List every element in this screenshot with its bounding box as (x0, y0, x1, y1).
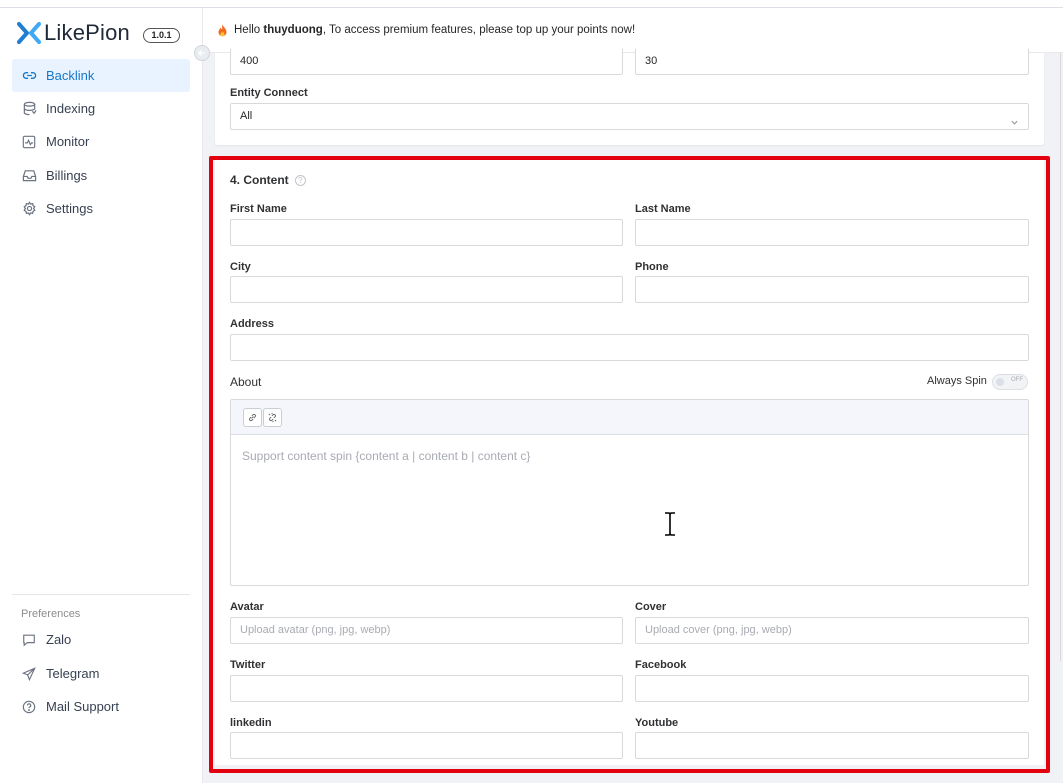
link-icon (21, 68, 37, 84)
facebook-label: Facebook (635, 659, 687, 671)
preferences-title: Preferences (21, 608, 81, 620)
brand-name: LikePion (44, 20, 130, 45)
sidebar-item-label: Indexing (46, 101, 96, 116)
version-badge: 1.0.1 (143, 28, 180, 43)
sidebar-item-settings[interactable]: Settings (12, 192, 190, 225)
top-strip (0, 0, 1063, 8)
avatar-label: Avatar (230, 601, 264, 613)
about-label: About (230, 375, 262, 389)
cover-upload[interactable]: Upload cover (png, jpg, webp) (635, 617, 1029, 644)
entity-connect-select[interactable]: All (230, 103, 1029, 130)
address-input[interactable] (230, 334, 1029, 361)
sidebar-item-label: Telegram (46, 666, 100, 681)
inbox-icon (21, 168, 37, 184)
sidebar-item-monitor[interactable]: Monitor (12, 125, 190, 158)
linkedin-label: linkedin (230, 717, 272, 729)
first-name-label: First Name (230, 203, 287, 215)
youtube-input[interactable] (635, 732, 1029, 759)
gear-icon (21, 201, 37, 217)
link-icon (249, 413, 256, 422)
facebook-input[interactable] (635, 675, 1029, 702)
help-icon[interactable]: ? (294, 174, 306, 186)
city-input[interactable] (230, 276, 623, 303)
sidebar-item-label: Monitor (46, 134, 90, 149)
sidebar-item-indexing[interactable]: Indexing (12, 92, 190, 125)
toggle-knob (996, 378, 1004, 386)
text-cursor-icon (662, 512, 678, 541)
database-icon (21, 101, 37, 117)
preferences-divider (12, 594, 190, 595)
collapse-sidebar-button[interactable] (194, 45, 210, 61)
avatar-upload[interactable]: Upload avatar (png, jpg, webp) (230, 617, 623, 644)
editor-toolbar (231, 400, 1028, 435)
about-editor[interactable]: Support content spin {content a | conten… (230, 399, 1029, 586)
sidebar-item-label: Settings (46, 201, 93, 216)
youtube-label: Youtube (635, 717, 679, 729)
remove-link-button[interactable] (263, 408, 282, 427)
phone-input[interactable] (635, 276, 1029, 303)
sidebar-item-billings[interactable]: Billings (12, 159, 190, 192)
arrow-left-icon (198, 50, 205, 56)
fire-icon (217, 24, 228, 37)
always-spin-toggle[interactable]: OFF (992, 374, 1028, 390)
sidebar-item-zalo[interactable]: Zalo (12, 623, 190, 656)
twitter-label: Twitter (230, 659, 266, 671)
sidebar-item-telegram[interactable]: Telegram (12, 657, 190, 690)
scrollbar-track[interactable] (1060, 53, 1061, 661)
sidebar-item-mail-support[interactable]: Mail Support (12, 690, 190, 723)
sidebar-item-label: Mail Support (46, 699, 119, 714)
help-icon (21, 699, 37, 715)
sidebar-item-backlink[interactable]: Backlink (12, 59, 190, 92)
notice-message: , To access premium features, please top… (322, 24, 636, 36)
likepion-logo-icon (17, 21, 41, 45)
always-spin-label: Always Spin (927, 375, 987, 387)
first-name-input[interactable] (230, 219, 623, 246)
insert-link-button[interactable] (243, 408, 262, 427)
toggle-state-text: OFF (1011, 377, 1023, 383)
quantity-input[interactable]: 400 (230, 48, 623, 75)
twitter-input[interactable] (230, 675, 623, 702)
content-section-title: 4. Content ? (230, 173, 306, 187)
sidebar-item-label: Zalo (46, 632, 72, 647)
notice-greeting: Hello (234, 24, 264, 36)
section-title-text: 4. Content (230, 173, 289, 187)
linkedin-input[interactable] (230, 732, 623, 759)
about-textarea[interactable]: Support content spin {content a | conten… (231, 435, 1028, 477)
sidebar-item-label: Backlink (46, 68, 95, 83)
sidebar-item-label: Billings (46, 168, 88, 183)
cover-label: Cover (635, 601, 667, 613)
delay-input[interactable]: 30 (635, 48, 1029, 75)
chat-icon (21, 632, 37, 648)
unlink-icon (268, 412, 277, 423)
notice-username: thuyduong (263, 24, 323, 36)
chevron-down-icon (1010, 112, 1019, 137)
brand-logo[interactable]: LikePion (17, 20, 130, 46)
last-name-label: Last Name (635, 203, 691, 215)
pulse-icon (21, 134, 37, 150)
city-label: City (230, 261, 251, 273)
address-label: Address (230, 318, 275, 330)
sidebar: LikePion 1.0.1 Backlink Indexing Monitor… (0, 8, 203, 783)
send-icon (21, 666, 37, 682)
entity-connect-label: Entity Connect (230, 87, 308, 99)
phone-label: Phone (635, 261, 669, 273)
last-name-input[interactable] (635, 219, 1029, 246)
entity-connect-value: All (240, 110, 253, 122)
notice-header: Hello thuyduong , To access premium feat… (203, 8, 1063, 53)
